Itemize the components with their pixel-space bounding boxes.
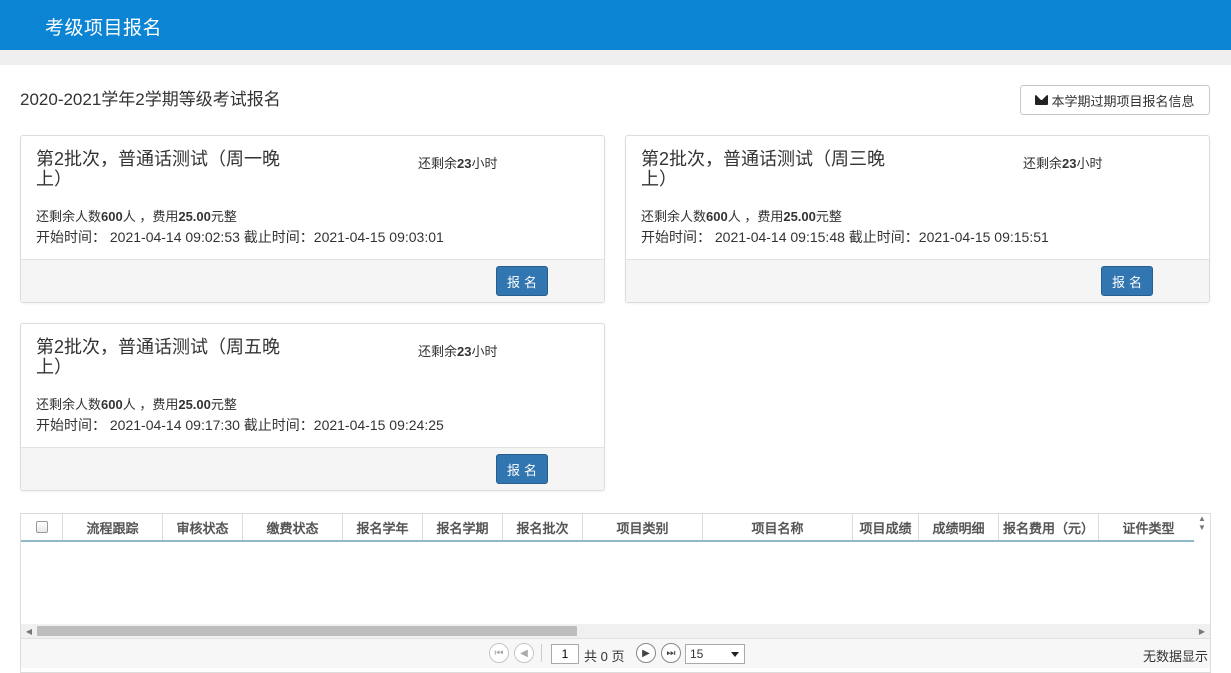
top-header-bar: 考级项目报名 — [0, 0, 1231, 50]
column-header[interactable]: 缴费状态 — [243, 514, 343, 540]
remaining-people: 600 — [101, 209, 123, 224]
time-window: 开始时间： 2021-04-14 09:15:48 截止时间：2021-04-1… — [641, 229, 1049, 245]
start-time: 2021-04-14 09:17:30 — [109, 417, 240, 433]
next-page-icon[interactable]: ▶ — [636, 643, 656, 663]
column-header[interactable]: 报名学期 — [423, 514, 503, 540]
remaining-people: 600 — [706, 209, 728, 224]
page-total: 共 0 页 — [584, 649, 625, 664]
signup-button[interactable]: 报名 — [496, 454, 548, 484]
quota-and-fee: 还剩余人数600人 ，费用25.00元整 — [36, 209, 237, 224]
end-time: 2021-04-15 09:15:51 — [918, 229, 1049, 245]
column-header[interactable]: 审核状态 — [163, 514, 243, 540]
end-time: 2021-04-15 09:24:25 — [313, 417, 444, 433]
card-footer: 报名 — [626, 259, 1209, 302]
page-size-value: 15 — [690, 647, 704, 661]
exam-card-title: 第2批次，普通话测试（周一晚上） — [36, 149, 281, 189]
scrollbar-thumb[interactable] — [37, 626, 577, 636]
column-header[interactable]: 成绩明细 — [919, 514, 999, 540]
page-number-input[interactable] — [551, 644, 579, 664]
quota-and-fee: 还剩余人数600人 ，费用25.00元整 — [641, 209, 842, 224]
page-size-select[interactable]: 15 — [685, 644, 745, 664]
end-time: 2021-04-15 09:03:01 — [313, 229, 444, 245]
column-header[interactable]: 报名批次 — [503, 514, 583, 540]
column-header[interactable]: 报名费用（元） — [999, 514, 1099, 540]
card-footer: 报名 — [21, 259, 604, 302]
start-time: 2021-04-14 09:15:48 — [714, 229, 845, 245]
select-all-checkbox[interactable] — [35, 521, 48, 533]
signup-button[interactable]: 报名 — [496, 266, 548, 296]
remaining-hours: 23 — [457, 344, 472, 359]
last-page-icon[interactable]: ⏭ — [661, 643, 681, 663]
exam-card-title: 第2批次，普通话测试（周三晚上） — [641, 149, 886, 189]
remaining-hours: 23 — [1062, 156, 1077, 171]
exam-card: 第2批次，普通话测试（周五晚上） 还剩余23小时 还剩余人数600人 ，费用25… — [20, 323, 605, 491]
page-heading: 2020-2021学年2学期等级考试报名 — [20, 90, 281, 109]
fee-amount: 25.00 — [178, 397, 211, 412]
remaining-time: 还剩余23小时 — [418, 344, 498, 359]
scroll-left-icon[interactable]: ◀ — [21, 624, 37, 638]
pager-divider — [541, 644, 542, 662]
column-header[interactable]: 项目成绩 — [853, 514, 919, 540]
exam-card: 第2批次，普通话测试（周三晚上） 还剩余23小时 还剩余人数600人 ，费用25… — [625, 135, 1210, 303]
remaining-time: 还剩余23小时 — [418, 156, 498, 171]
fee-amount: 25.00 — [178, 209, 211, 224]
expired-registrations-button[interactable]: 本学期过期项目报名信息 — [1020, 85, 1210, 115]
quota-and-fee: 还剩余人数600人 ，费用25.00元整 — [36, 397, 237, 412]
remaining-hours: 23 — [457, 156, 472, 171]
expired-registrations-button-label: 本学期过期项目报名信息 — [1051, 93, 1195, 109]
card-footer: 报名 — [21, 447, 604, 490]
first-page-icon[interactable]: ⏮ — [489, 643, 509, 663]
header-divider-band — [0, 50, 1231, 65]
app-title: 考级项目报名 — [45, 18, 163, 39]
pager: ⏮ ◀ 共 0 页 ▶ ⏭ 15 无数据显示 — [21, 638, 1210, 668]
fee-amount: 25.00 — [783, 209, 816, 224]
prev-page-icon[interactable]: ◀ — [514, 643, 534, 663]
grid-header: 流程跟踪 审核状态 缴费状态 报名学年 报名学期 报名批次 项目类别 项目名称 … — [21, 514, 1196, 542]
chevron-down-icon — [731, 652, 739, 657]
scroll-right-icon[interactable]: ▶ — [1194, 624, 1210, 638]
column-header[interactable]: 项目类别 — [583, 514, 703, 540]
column-header[interactable]: 项目名称 — [703, 514, 853, 540]
select-all-cell — [21, 514, 63, 540]
horizontal-scrollbar[interactable]: ◀ ▶ — [21, 624, 1210, 638]
start-time: 2021-04-14 09:02:53 — [109, 229, 240, 245]
signup-button[interactable]: 报名 — [1101, 266, 1153, 296]
exam-card-title: 第2批次，普通话测试（周五晚上） — [36, 337, 281, 377]
time-window: 开始时间： 2021-04-14 09:02:53 截止时间：2021-04-1… — [36, 229, 444, 245]
column-header[interactable]: 报名学年 — [343, 514, 423, 540]
column-header[interactable]: 证件类型 — [1099, 514, 1196, 540]
remaining-time: 还剩余23小时 — [1023, 156, 1103, 171]
time-window: 开始时间： 2021-04-14 09:17:30 截止时间：2021-04-1… — [36, 417, 444, 433]
column-header[interactable]: 流程跟踪 — [63, 514, 163, 540]
exam-card: 第2批次，普通话测试（周一晚上） 还剩余23小时 还剩余人数600人 ，费用25… — [20, 135, 605, 303]
registration-grid: 流程跟踪 审核状态 缴费状态 报名学年 报名学期 报名批次 项目类别 项目名称 … — [20, 513, 1211, 673]
remaining-people: 600 — [101, 397, 123, 412]
envelope-icon — [1035, 95, 1049, 105]
vertical-scrollbar[interactable]: ▲ ▼ — [1194, 514, 1210, 542]
no-data-text: 无数据显示 — [1142, 649, 1208, 664]
